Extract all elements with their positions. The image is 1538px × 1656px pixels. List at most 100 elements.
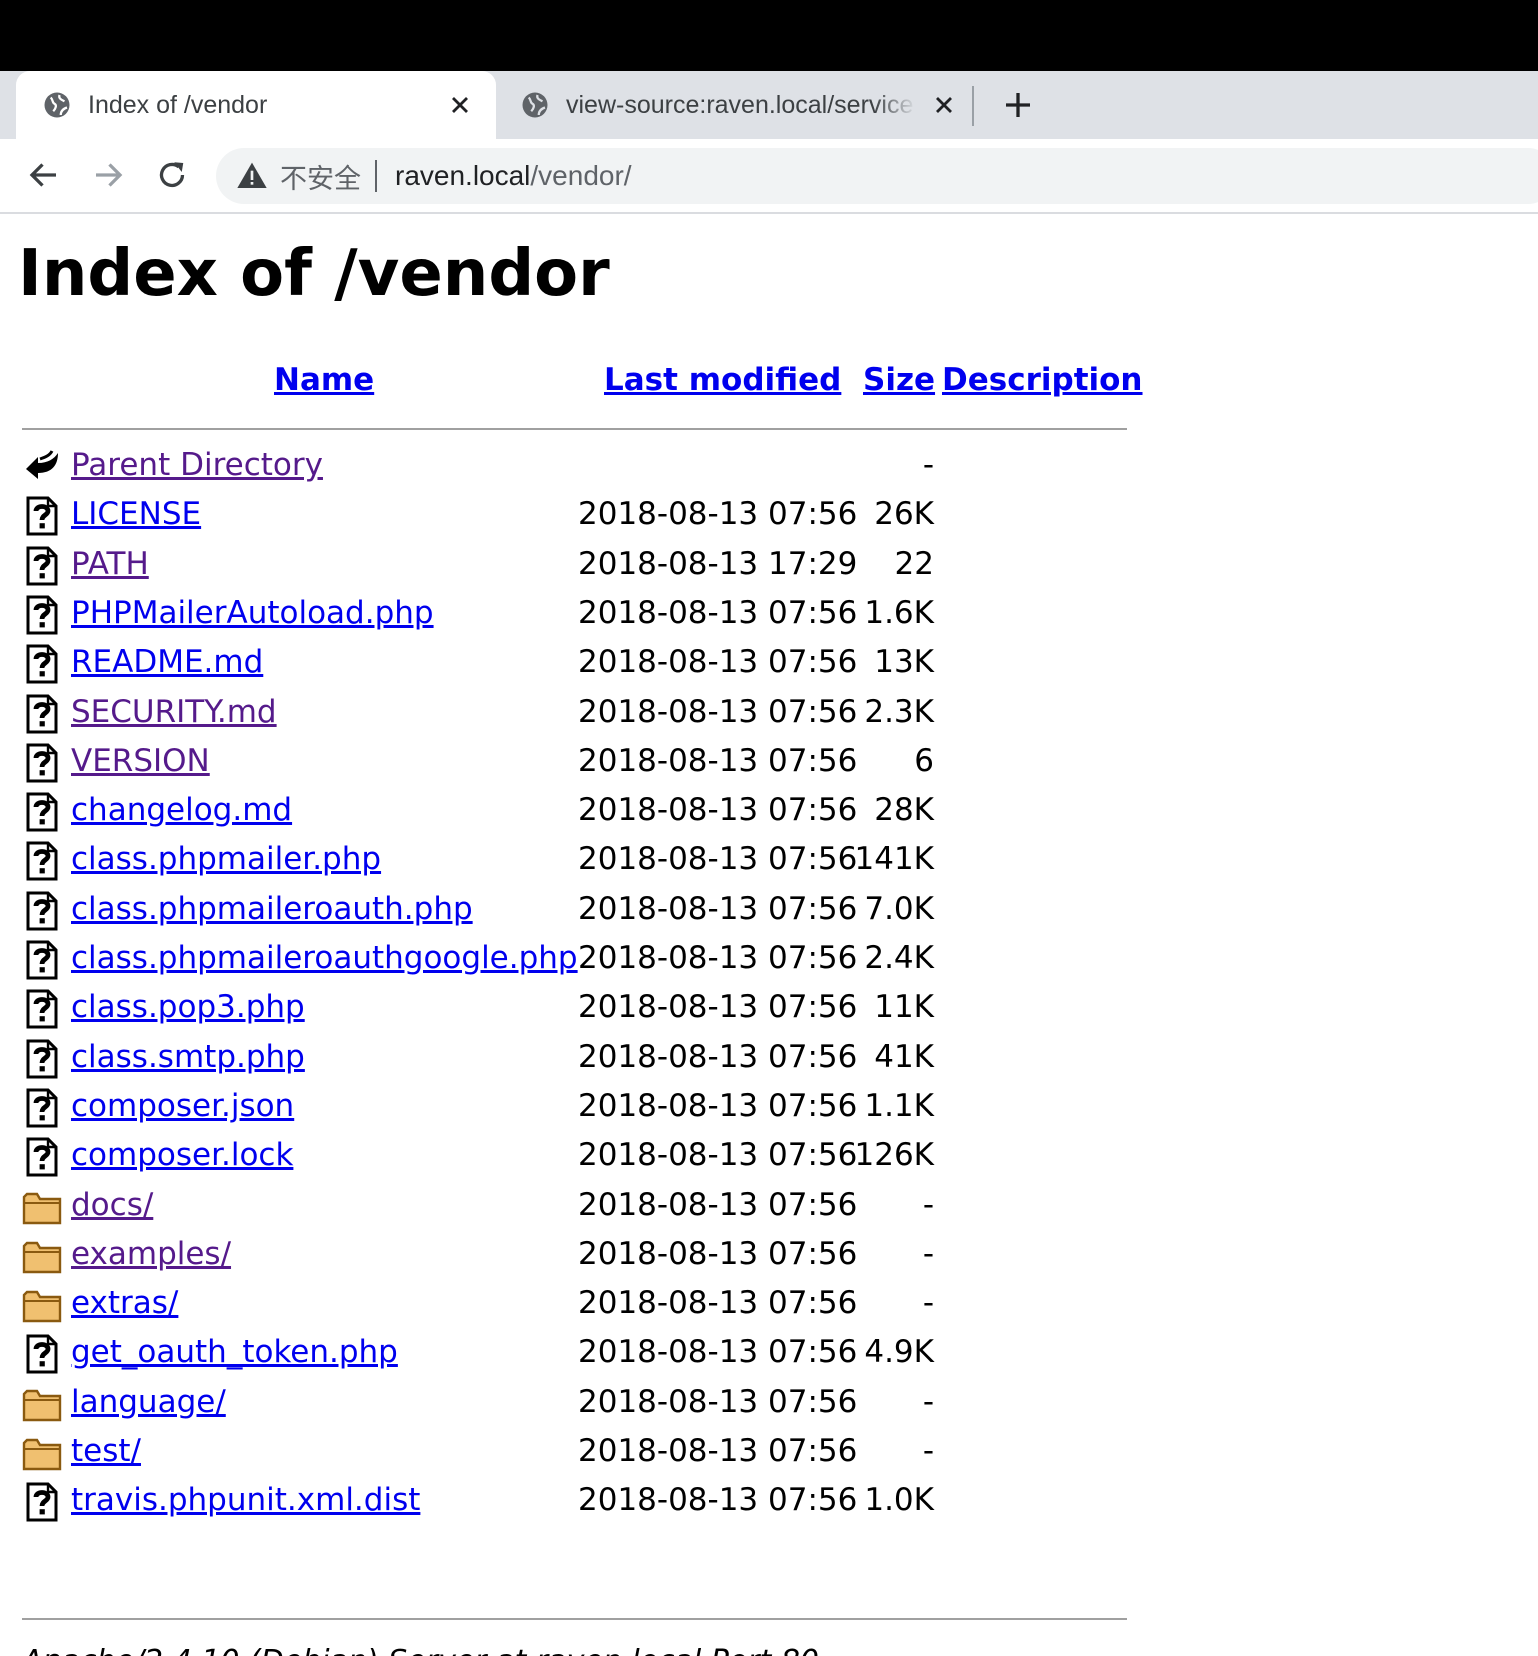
file-link[interactable]: docs/ [71, 1185, 153, 1225]
list-item: travis.phpunit.xml.dist 2018-08-13 07:56 1… [0, 1475, 1000, 1525]
list-item: examples/2018-08-13 07:56 - [0, 1229, 1000, 1279]
back-icon [22, 447, 62, 487]
size-cell: 4.9K [864, 1334, 934, 1371]
unknown-file-icon [22, 891, 62, 931]
list-item: Parent Directory - [0, 440, 1000, 490]
close-icon[interactable] [930, 91, 958, 119]
new-tab-icon[interactable] [1000, 87, 1036, 123]
close-icon[interactable] [446, 91, 474, 119]
folder-icon [22, 1433, 62, 1473]
unknown-file-icon [22, 595, 62, 635]
list-item: LICENSE 2018-08-13 07:56 26K [0, 489, 1000, 539]
file-link[interactable]: README.md [71, 642, 263, 682]
list-item: class.smtp.php 2018-08-13 07:56 41K [0, 1032, 1000, 1082]
tab-strip: Index of /vendor view-source:raven.local… [0, 71, 1538, 139]
last-modified-cell: 2018-08-13 07:56 [578, 742, 858, 779]
list-item: changelog.md 2018-08-13 07:56 28K [0, 785, 1000, 835]
unknown-file-icon [22, 940, 62, 980]
list-item: README.md 2018-08-13 07:56 13K [0, 637, 1000, 687]
last-modified-cell: 2018-08-13 07:56 [578, 940, 858, 976]
file-link[interactable]: class.smtp.php [71, 1037, 305, 1077]
file-link[interactable]: get_oauth_token.php [71, 1332, 398, 1372]
size-cell: 1.6K [864, 594, 934, 631]
warning-icon[interactable] [236, 160, 268, 192]
file-link[interactable]: SECURITY.md [71, 692, 277, 732]
tab-title: Index of /vendor [88, 90, 268, 119]
last-modified-cell: 2018-08-13 07:56 [578, 496, 858, 533]
unknown-file-icon [22, 1039, 62, 1079]
unknown-file-icon [22, 792, 62, 832]
window-top-bar [0, 0, 1538, 71]
size-cell: 126K [854, 1137, 935, 1174]
unknown-file-icon [22, 546, 62, 586]
unknown-file-icon [22, 743, 62, 783]
back-arrow-icon[interactable] [26, 157, 62, 193]
last-modified-cell: 2018-08-13 17:29 [578, 545, 858, 582]
page-title: Index of /vendor [18, 237, 610, 311]
file-link[interactable]: PHPMailerAutoload.php [71, 593, 434, 633]
column-header-size[interactable]: Size [863, 362, 935, 398]
security-status-label[interactable]: 不安全 [280, 157, 361, 196]
unknown-file-icon [22, 644, 62, 684]
forward-arrow-icon[interactable] [90, 157, 126, 193]
tab-divider [972, 86, 974, 126]
address-bar[interactable]: 不安全 raven.local/vendor/ [216, 148, 1538, 204]
file-link[interactable]: examples/ [71, 1234, 231, 1274]
file-link[interactable]: class.phpmaileroauthgoogle.php [71, 938, 578, 978]
file-link[interactable]: PATH [71, 544, 149, 584]
url-path[interactable]: /vendor/ [530, 160, 631, 192]
file-link[interactable]: LICENSE [71, 494, 201, 534]
server-signature: Apache/2.4.10 (Debian) Server at raven.l… [22, 1642, 819, 1656]
list-item: test/2018-08-13 07:56 - [0, 1426, 1000, 1476]
tab-title: view-source:raven.local/service [566, 90, 914, 119]
unknown-file-icon [22, 989, 62, 1029]
size-cell: 1.0K [864, 1482, 934, 1519]
last-modified-cell: 2018-08-13 07:56 [578, 1186, 858, 1223]
address-divider [375, 160, 377, 192]
last-modified-cell: 2018-08-13 07:56 [578, 1137, 858, 1174]
file-link[interactable]: composer.json [71, 1086, 294, 1126]
size-cell: 26K [874, 496, 934, 533]
file-link[interactable]: travis.phpunit.xml.dist [71, 1480, 420, 1520]
folder-icon [22, 1236, 62, 1276]
file-link[interactable]: Parent Directory [71, 445, 323, 485]
last-modified-cell: 2018-08-13 07:56 [578, 594, 858, 631]
list-item: extras/2018-08-13 07:56 - [0, 1278, 1000, 1328]
tab-view-source[interactable]: view-source:raven.local/service [500, 71, 970, 139]
last-modified-cell: 2018-08-13 07:56 [578, 1383, 858, 1420]
file-link[interactable]: test/ [71, 1431, 141, 1471]
file-link[interactable]: language/ [71, 1382, 226, 1422]
file-link[interactable]: extras/ [71, 1283, 178, 1323]
size-cell: 6 [914, 742, 934, 779]
list-item: class.phpmaileroauthgoogle.php 2018-08-13… [0, 933, 1000, 983]
file-link[interactable]: composer.lock [71, 1135, 293, 1175]
url-host[interactable]: raven.local [395, 160, 530, 192]
size-cell: 41K [874, 1038, 934, 1075]
list-item: get_oauth_token.php 2018-08-13 07:56 4.9K [0, 1327, 1000, 1377]
file-link[interactable]: class.phpmailer.php [71, 839, 381, 879]
last-modified-cell: 2018-08-13 07:56 [578, 644, 858, 681]
file-link[interactable]: class.phpmaileroauth.php [71, 889, 473, 929]
column-header-description[interactable]: Description [942, 362, 1143, 398]
size-cell: 11K [874, 989, 934, 1026]
size-cell: - [922, 1383, 934, 1420]
unknown-file-icon [22, 694, 62, 734]
folder-icon [22, 1285, 62, 1325]
tab-index-of-vendor[interactable]: Index of /vendor [16, 71, 496, 139]
size-cell: 1.1K [864, 1087, 934, 1124]
file-link[interactable]: VERSION [71, 741, 210, 781]
file-link[interactable]: changelog.md [71, 790, 292, 830]
unknown-file-icon [22, 1334, 62, 1374]
column-header-name[interactable]: Name [274, 362, 374, 398]
unknown-file-icon [22, 841, 62, 881]
size-cell: - [922, 1186, 934, 1223]
column-header-last-modified[interactable]: Last modified [604, 362, 841, 398]
file-link[interactable]: class.pop3.php [71, 987, 305, 1027]
reload-icon[interactable] [154, 157, 190, 193]
last-modified-cell: 2018-08-13 07:56 [578, 841, 858, 878]
list-item: docs/2018-08-13 07:56 - [0, 1180, 1000, 1230]
list-item: VERSION 2018-08-13 07:56 6 [0, 736, 1000, 786]
size-cell: - [922, 1235, 934, 1272]
last-modified-cell: 2018-08-13 07:56 [578, 890, 858, 927]
last-modified-cell: 2018-08-13 07:56 [578, 1235, 858, 1272]
